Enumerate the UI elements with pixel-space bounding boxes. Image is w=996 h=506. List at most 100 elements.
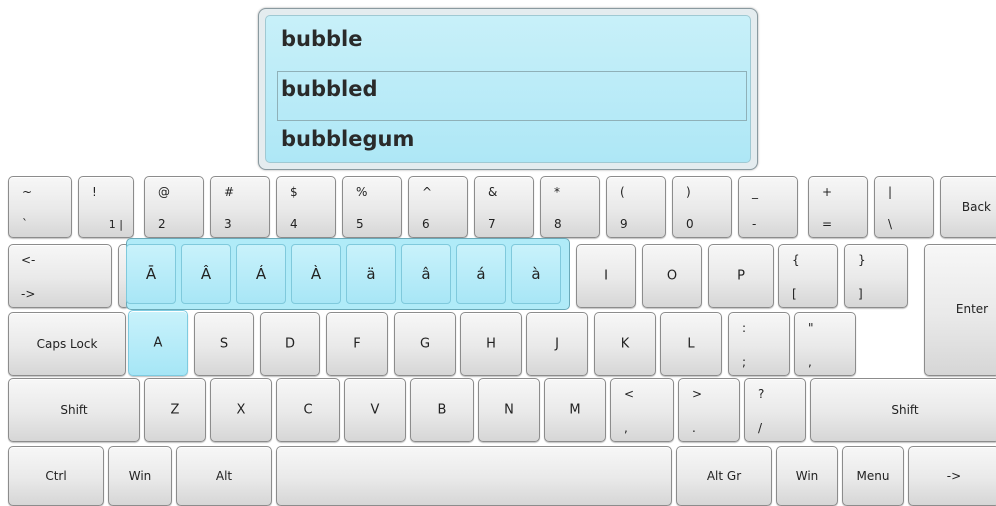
key-label: G (419, 336, 431, 352)
key-label: Ctrl (45, 469, 67, 483)
key-shift-label: | (888, 185, 893, 199)
key-label: J (555, 336, 559, 352)
key-shift-label: } (858, 253, 866, 267)
key-s[interactable]: S (194, 312, 254, 376)
key-1[interactable]: ! 1 | (78, 176, 134, 238)
accent-key[interactable]: à (511, 244, 561, 304)
key-left-bracket[interactable]: { [ (778, 244, 838, 308)
key-5[interactable]: % 5 (342, 176, 402, 238)
key-quote[interactable]: " , (794, 312, 856, 376)
key-caps-lock[interactable]: Caps Lock (8, 312, 126, 376)
key-b[interactable]: B (410, 378, 474, 442)
key-z[interactable]: Z (144, 378, 206, 442)
key-shift-label: ( (620, 185, 625, 199)
key-0[interactable]: ) 0 (672, 176, 732, 238)
key-n[interactable]: N (478, 378, 540, 442)
accent-key[interactable]: á (456, 244, 506, 304)
suggestion-item[interactable]: bubbled (281, 77, 378, 101)
key-h[interactable]: H (460, 312, 522, 376)
key-label: H (486, 336, 496, 352)
key-label: 0 (686, 217, 694, 231)
key-label: P (737, 268, 745, 284)
key-label: 6 (422, 217, 430, 231)
key-label: Enter (955, 302, 989, 316)
key-9[interactable]: ( 9 (606, 176, 666, 238)
key-ctrl[interactable]: Ctrl (8, 446, 104, 506)
key-label: Back (961, 200, 991, 214)
key-8[interactable]: * 8 (540, 176, 600, 238)
key-label: Alt Gr (706, 469, 742, 483)
key-p[interactable]: P (708, 244, 774, 308)
key-left-shift[interactable]: Shift (8, 378, 140, 442)
key-label: Caps Lock (36, 337, 98, 351)
key-label: 2 (158, 217, 166, 231)
key-space[interactable] (276, 446, 672, 506)
key-backslash[interactable]: | \ (874, 176, 934, 238)
accent-key[interactable]: À (291, 244, 341, 304)
accent-key[interactable]: Ā (126, 244, 176, 304)
key-win[interactable]: Win (108, 446, 172, 506)
accent-key[interactable]: â (401, 244, 451, 304)
key-l[interactable]: L (660, 312, 722, 376)
key-v[interactable]: V (344, 378, 406, 442)
key-alt-gr[interactable]: Alt Gr (676, 446, 772, 506)
key-equals[interactable]: + = (808, 176, 868, 238)
key-7[interactable]: & 7 (474, 176, 534, 238)
key-win-right[interactable]: Win (776, 446, 838, 506)
key-shift-label: & (488, 185, 498, 199)
key-label: S (219, 336, 229, 352)
key-4[interactable]: $ 4 (276, 176, 336, 238)
key-shift-label: @ (158, 185, 170, 199)
key-arrow-right[interactable]: -> (908, 446, 996, 506)
suggestion-popup: bubble bubbled bubblegum (258, 8, 758, 170)
key-c[interactable]: C (276, 378, 340, 442)
key-3[interactable]: # 3 (210, 176, 270, 238)
key-x[interactable]: X (210, 378, 272, 442)
key-menu[interactable]: Menu (842, 446, 904, 506)
key-minus[interactable]: _ - (738, 176, 798, 238)
accent-key[interactable]: ä (346, 244, 396, 304)
key-o[interactable]: O (642, 244, 702, 308)
suggestion-item[interactable]: bubble (281, 27, 363, 51)
accent-key[interactable]: Á (236, 244, 286, 304)
key-label: Shift (891, 403, 919, 417)
key-k[interactable]: K (594, 312, 656, 376)
key-j[interactable]: J (526, 312, 588, 376)
key-shift-label: * (554, 185, 560, 199)
key-tab[interactable]: <- -> (8, 244, 112, 308)
key-label: -> (21, 287, 36, 301)
key-2[interactable]: @ 2 (144, 176, 204, 238)
key-label: K (620, 336, 630, 352)
key-slash[interactable]: ? / (744, 378, 806, 442)
key-backspace[interactable]: Back (940, 176, 996, 238)
key-tilde[interactable]: ~ ` (8, 176, 72, 238)
key-m[interactable]: M (544, 378, 606, 442)
key-label: 4 (290, 217, 298, 231)
accent-key[interactable]: Â (181, 244, 231, 304)
key-g[interactable]: G (394, 312, 456, 376)
key-shift-label: { (792, 253, 800, 267)
key-i[interactable]: I (576, 244, 636, 308)
key-shift-label: # (224, 185, 235, 199)
key-shift-label: < (624, 387, 635, 401)
key-comma[interactable]: < , (610, 378, 674, 442)
key-period[interactable]: > . (678, 378, 740, 442)
key-6[interactable]: ^ 6 (408, 176, 468, 238)
key-label: D (284, 336, 295, 352)
key-shift-label: _ (752, 185, 758, 199)
key-a[interactable]: A (128, 310, 188, 376)
key-right-shift[interactable]: Shift (810, 378, 996, 442)
key-alt[interactable]: Alt (176, 446, 272, 506)
suggestion-item[interactable]: bubblegum (281, 127, 414, 151)
key-f[interactable]: F (326, 312, 388, 376)
key-semicolon[interactable]: : ; (728, 312, 790, 376)
key-enter[interactable]: Enter (924, 244, 996, 376)
key-label: , (808, 355, 812, 369)
key-shift-label: ? (758, 387, 765, 401)
key-label: 9 (620, 217, 628, 231)
key-label: Shift (60, 403, 88, 417)
key-label: - (752, 217, 757, 231)
key-d[interactable]: D (260, 312, 320, 376)
key-right-bracket[interactable]: } ] (844, 244, 908, 308)
key-label: L (687, 336, 695, 352)
